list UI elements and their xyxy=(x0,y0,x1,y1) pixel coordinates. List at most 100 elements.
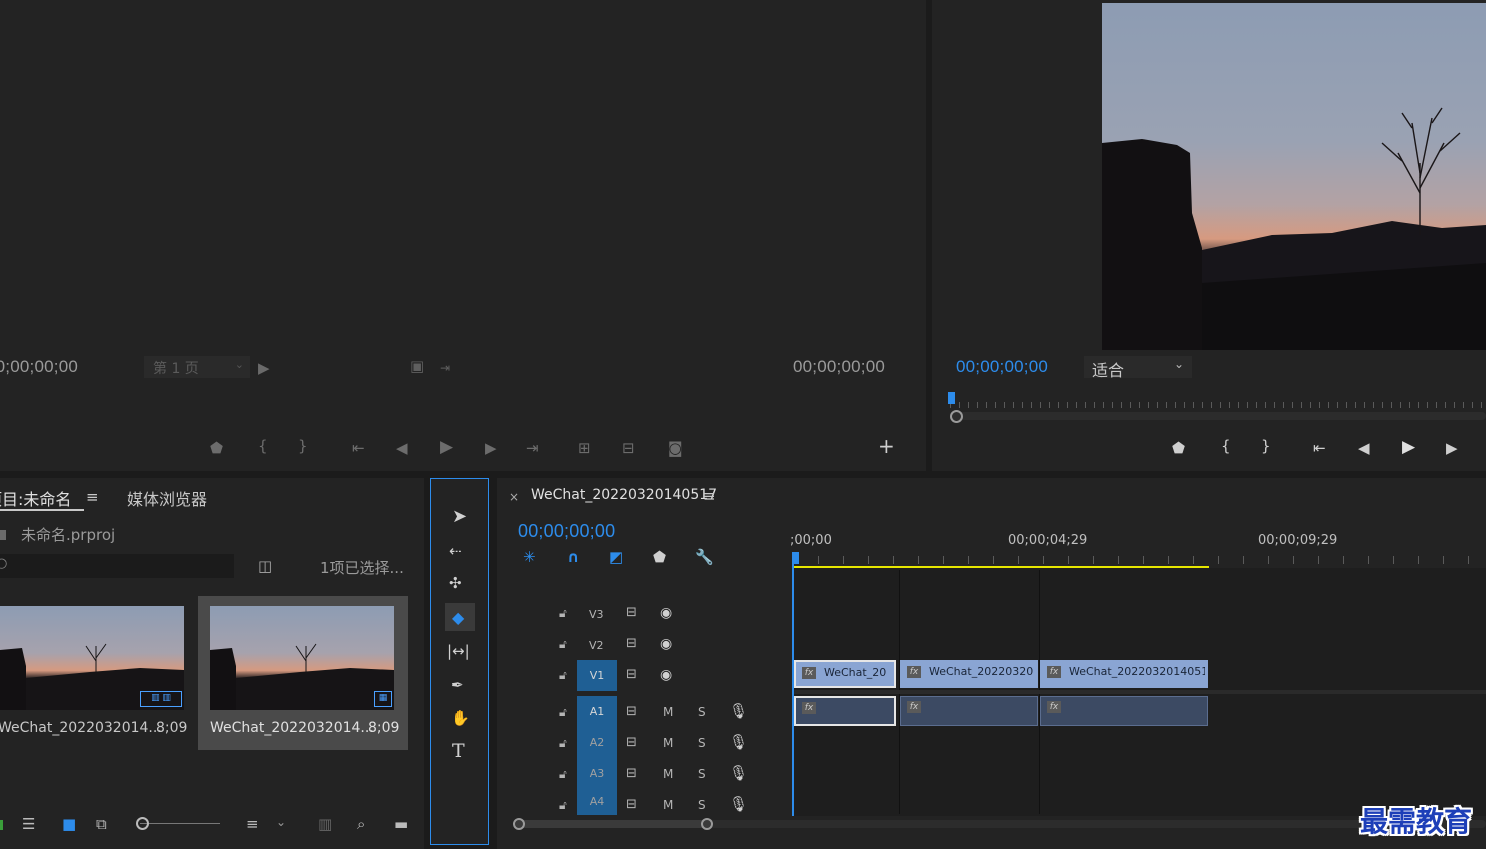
type-tool-icon[interactable]: T xyxy=(452,742,465,761)
sync-lock-icon[interactable]: ⊟ xyxy=(626,797,637,813)
solo-button[interactable]: S xyxy=(698,736,706,750)
sync-lock-icon[interactable]: ⊟ xyxy=(626,766,637,782)
export-frame-icon[interactable]: ⇥ xyxy=(440,360,450,376)
track-label-a4[interactable]: A4 xyxy=(577,789,617,815)
close-icon[interactable]: × xyxy=(509,489,519,505)
marker-icon[interactable]: ⬟ xyxy=(1172,440,1185,456)
solo-button[interactable]: S xyxy=(698,798,706,812)
zoom-scrollbar[interactable] xyxy=(950,412,1486,420)
source-timecode-left[interactable]: 00;00;00;00 xyxy=(0,357,78,377)
mark-in-icon[interactable]: { xyxy=(258,438,268,454)
add-marker-icon[interactable]: ⬟ xyxy=(653,549,666,565)
step-forward-icon[interactable]: ▶ xyxy=(485,440,497,456)
automate-sequence-icon[interactable]: ▥ xyxy=(318,816,332,832)
list-view-icon[interactable]: ☰ xyxy=(22,816,35,832)
lock-icon[interactable]: 🔓︎ xyxy=(559,766,567,782)
play-small-icon[interactable]: ▶ xyxy=(258,360,270,376)
go-to-out-icon[interactable]: ⇥ xyxy=(526,440,539,456)
project-item-2[interactable]: ▦ WeChat_2022032014... 8;09 xyxy=(198,596,408,750)
insert-icon[interactable]: ⊞ xyxy=(578,440,591,456)
overwrite-icon[interactable]: ⊟ xyxy=(622,440,635,456)
eye-icon[interactable]: ◉ xyxy=(660,605,672,621)
mute-button[interactable]: M xyxy=(663,798,673,812)
lock-icon[interactable]: 🔓︎ xyxy=(559,667,567,683)
razor-tool-active[interactable]: ◆ xyxy=(445,603,475,631)
mute-button[interactable]: M xyxy=(663,705,673,719)
fit-select[interactable]: 适合 ⌄ xyxy=(1084,356,1192,380)
microphone-icon[interactable]: 🎙︎ xyxy=(729,796,748,812)
step-back-icon[interactable]: ◀ xyxy=(396,440,408,456)
zoom-handle[interactable] xyxy=(950,410,963,423)
sync-lock-icon[interactable]: ⊟ xyxy=(626,704,637,720)
timeline-ruler[interactable]: ;00;00 00;00;04;29 00;00;09;29 xyxy=(790,528,1486,569)
audio-clip-1[interactable]: fx xyxy=(794,696,896,726)
pen-tool-icon[interactable]: ✒ xyxy=(451,677,464,693)
lock-icon[interactable]: 🔓︎ xyxy=(559,797,567,813)
track-label-a2[interactable]: A2 xyxy=(577,727,617,758)
program-time-ruler[interactable] xyxy=(950,394,1486,408)
sequence-tab[interactable]: WeChat_20220320140517 xyxy=(531,487,717,503)
sync-lock-icon[interactable]: ⊟ xyxy=(626,735,637,751)
audio-clip-2[interactable]: fx xyxy=(900,696,1038,726)
track-label-v2[interactable]: V2 xyxy=(589,639,604,652)
sync-lock-icon[interactable]: ⊟ xyxy=(626,667,637,683)
play-icon[interactable]: ▶ xyxy=(440,439,453,456)
timeline-zoom-thumb[interactable] xyxy=(515,820,711,828)
lock-icon[interactable]: 🔓︎ xyxy=(559,735,567,751)
snap-magnet-icon[interactable]: ∩ xyxy=(567,549,579,565)
eye-icon[interactable]: ◉ xyxy=(660,636,672,652)
step-back-icon[interactable]: ◀ xyxy=(1358,440,1370,456)
chevron-down-icon[interactable]: ⌄ xyxy=(276,814,286,830)
timeline-zoom-handle-left[interactable] xyxy=(513,818,525,830)
sync-lock-icon[interactable]: ⊟ xyxy=(626,605,637,621)
search-icon[interactable]: ⌕ xyxy=(357,816,365,832)
track-label-a3[interactable]: A3 xyxy=(577,758,617,789)
safe-margin-icon[interactable]: ▣ xyxy=(410,358,424,374)
slip-tool-icon[interactable]: |↔| xyxy=(447,643,470,659)
mark-out-icon[interactable]: } xyxy=(1261,438,1271,454)
search-input[interactable]: ○ xyxy=(0,554,234,578)
solo-button[interactable]: S xyxy=(698,767,706,781)
program-playhead[interactable] xyxy=(948,392,955,404)
mute-button[interactable]: M xyxy=(663,736,673,750)
camera-icon[interactable]: ◙ xyxy=(668,440,683,456)
tab-media-browser[interactable]: 媒体浏览器 xyxy=(127,486,207,510)
play-icon[interactable]: ▶ xyxy=(1402,439,1415,456)
lock-icon[interactable]: 🔓︎ xyxy=(559,636,567,652)
panel-menu-icon[interactable]: ≡ xyxy=(86,489,99,505)
microphone-icon[interactable]: 🎙︎ xyxy=(729,765,748,781)
go-to-in-icon[interactable]: ⇤ xyxy=(352,440,365,456)
lock-icon[interactable]: 🔓︎ xyxy=(559,704,567,720)
page-select[interactable]: 第 1 页 ⌄ xyxy=(144,356,250,378)
mark-out-icon[interactable]: } xyxy=(298,438,308,454)
marker-icon[interactable]: ⬟ xyxy=(210,440,223,456)
step-forward-icon[interactable]: ▶ xyxy=(1446,440,1458,456)
linked-selection-icon[interactable]: ◩ xyxy=(609,549,623,565)
solo-button[interactable]: S xyxy=(698,705,706,719)
mark-in-icon[interactable]: { xyxy=(1221,438,1231,454)
microphone-icon[interactable]: 🎙︎ xyxy=(729,703,748,719)
tab-project[interactable]: 项目:未命名 xyxy=(0,486,71,510)
timeline-zoom-handle-right[interactable] xyxy=(701,818,713,830)
panel-menu-icon[interactable]: ≡ xyxy=(703,488,716,504)
add-button-icon[interactable]: + xyxy=(878,436,895,456)
timeline-timecode[interactable]: 00;00;00;00 xyxy=(518,521,615,542)
eye-icon[interactable]: ◉ xyxy=(660,667,672,683)
microphone-icon[interactable]: 🎙︎ xyxy=(729,734,748,750)
nest-insert-icon[interactable]: ✳ xyxy=(523,549,536,565)
zoom-slider[interactable] xyxy=(140,823,220,824)
sync-lock-icon[interactable]: ⊟ xyxy=(626,636,637,652)
selection-tool-icon[interactable]: ➤ xyxy=(452,508,467,526)
zoom-slider-handle[interactable] xyxy=(136,817,149,830)
track-select-tool-icon[interactable]: ⇠ xyxy=(449,543,462,559)
track-label-v3[interactable]: V3 xyxy=(589,608,604,621)
playhead-head[interactable] xyxy=(792,552,799,564)
hand-tool-icon[interactable]: ✋ xyxy=(451,710,470,726)
audio-clip-3[interactable]: fx xyxy=(1040,696,1208,726)
ripple-edit-tool-icon[interactable]: ✣ xyxy=(449,575,462,591)
new-search-bin-icon[interactable]: ◫ xyxy=(258,558,272,574)
lock-icon[interactable]: 🔓︎ xyxy=(559,605,567,621)
video-clip-1[interactable]: fx WeChat_20 xyxy=(794,660,896,688)
project-item-1[interactable]: ▥ ▥ WeChat_2022032014... 8;09 xyxy=(0,596,196,748)
video-clip-3[interactable]: fx WeChat_2022032014051 xyxy=(1040,660,1208,688)
